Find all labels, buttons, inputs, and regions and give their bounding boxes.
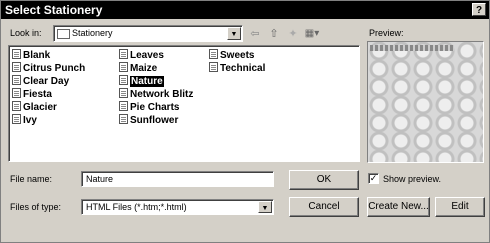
file-name-field[interactable]: Nature (81, 171, 274, 187)
folder-icon (57, 29, 70, 39)
select-stationery-dialog: Select Stationery ? Look in: Stationery … (0, 0, 490, 243)
document-icon (12, 101, 21, 111)
list-item[interactable]: Leaves (119, 49, 164, 61)
list-item[interactable]: Ivy (12, 114, 37, 126)
list-item[interactable]: Glacier (12, 101, 57, 113)
stationery-preview (367, 41, 484, 163)
list-item[interactable]: Network Blitz (119, 88, 193, 100)
document-icon (119, 101, 128, 111)
file-list[interactable]: Blank Citrus Punch Clear Day Fiesta Glac… (8, 45, 360, 162)
document-icon (209, 62, 218, 72)
files-of-type-value: HTML Files (*.htm;*.html) (86, 202, 187, 212)
list-item-selected[interactable]: Nature (119, 75, 164, 87)
document-icon (119, 114, 128, 124)
list-item[interactable]: Citrus Punch (12, 62, 85, 74)
list-item[interactable]: Technical (209, 62, 265, 74)
files-of-type-dropdown[interactable]: HTML Files (*.htm;*.html) ▼ (81, 199, 274, 215)
new-folder-icon[interactable]: ✦ (285, 26, 301, 42)
preview-banner (370, 45, 454, 51)
look-in-value: Stationery (72, 28, 113, 38)
chevron-down-icon[interactable]: ▼ (227, 27, 241, 40)
document-icon (12, 49, 21, 59)
show-preview-checkbox[interactable]: ✓ (368, 173, 379, 184)
look-in-label: Look in: (10, 28, 42, 38)
document-icon (12, 75, 21, 85)
document-icon (119, 62, 128, 72)
create-new-button[interactable]: Create New... (367, 197, 430, 217)
file-name-value: Nature (86, 174, 114, 184)
document-icon (12, 62, 21, 72)
edit-button[interactable]: Edit (435, 197, 485, 217)
back-icon[interactable]: ⇦ (247, 26, 263, 42)
file-name-label: File name: (10, 174, 53, 184)
document-icon (119, 75, 128, 85)
list-item[interactable]: Clear Day (12, 75, 69, 87)
files-of-type-label: Files of type: (10, 202, 62, 212)
document-icon (119, 49, 128, 59)
preview-label: Preview: (369, 28, 404, 38)
up-folder-icon[interactable]: ⇧ (266, 26, 282, 42)
document-icon (12, 114, 21, 124)
cancel-button[interactable]: Cancel (289, 197, 359, 217)
list-item[interactable]: Blank (12, 49, 50, 61)
help-button[interactable]: ? (472, 3, 486, 16)
list-item[interactable]: Sweets (209, 49, 254, 61)
title-bar[interactable]: Select Stationery ? (1, 1, 489, 19)
document-icon (119, 88, 128, 98)
look-in-dropdown[interactable]: Stationery ▼ (53, 25, 243, 42)
show-preview-label: Show preview. (383, 174, 442, 184)
list-item[interactable]: Maize (119, 62, 157, 74)
list-item[interactable]: Pie Charts (119, 101, 179, 113)
list-item[interactable]: Fiesta (12, 88, 52, 100)
document-icon (209, 49, 218, 59)
chevron-down-icon[interactable]: ▼ (258, 201, 272, 213)
list-item[interactable]: Sunflower (119, 114, 178, 126)
document-icon (12, 88, 21, 98)
window-title: Select Stationery (5, 3, 103, 17)
ok-button[interactable]: OK (289, 170, 359, 190)
views-menu-icon[interactable]: ▦▾ (304, 26, 320, 42)
